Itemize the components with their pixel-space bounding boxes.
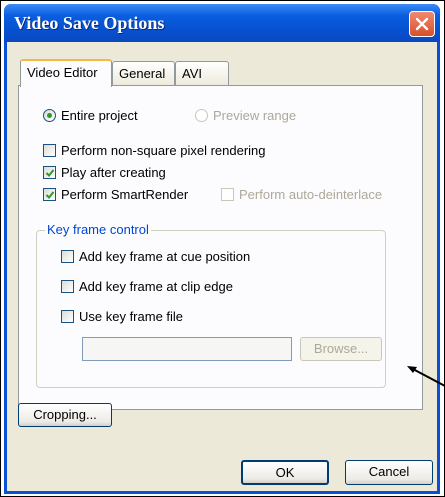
preview-range-radio[interactable] xyxy=(195,109,208,122)
entire-project-label: Entire project xyxy=(61,108,138,123)
smartrender-checkbox[interactable] xyxy=(43,188,56,201)
close-icon xyxy=(415,17,429,31)
clip-edge-option[interactable]: Add key frame at clip edge xyxy=(61,279,233,294)
title-bar[interactable]: Video Save Options xyxy=(4,4,440,42)
use-key-frame-file-checkbox[interactable] xyxy=(61,310,74,323)
tab-general-label: General xyxy=(119,66,166,81)
dialog-window: Video Save Options Video Editor General … xyxy=(4,4,440,494)
clip-edge-label: Add key frame at clip edge xyxy=(79,279,233,294)
cue-position-option[interactable]: Add key frame at cue position xyxy=(61,249,250,264)
tab-avi-label: AVI xyxy=(182,66,202,81)
entire-project-option[interactable]: Entire project xyxy=(43,108,138,123)
non-square-checkbox[interactable] xyxy=(43,144,56,157)
annotation-arrow-icon xyxy=(407,366,445,387)
auto-deinterlace-label: Perform auto-deinterlace xyxy=(239,187,383,202)
cancel-button[interactable]: Cancel xyxy=(345,460,433,485)
dialog-client: Video Editor General AVI Entire project … xyxy=(7,42,437,491)
tab-general[interactable]: General xyxy=(112,61,175,87)
non-square-label: Perform non-square pixel rendering xyxy=(61,143,266,158)
tab-avi[interactable]: AVI xyxy=(175,61,229,87)
play-after-label: Play after creating xyxy=(61,165,166,180)
smartrender-option[interactable]: Perform SmartRender xyxy=(43,187,188,202)
ok-button[interactable]: OK xyxy=(241,460,329,485)
preview-range-label: Preview range xyxy=(213,108,297,123)
close-button[interactable] xyxy=(409,11,435,37)
auto-deinterlace-option[interactable]: Perform auto-deinterlace xyxy=(221,187,382,202)
browse-button[interactable]: Browse... xyxy=(300,337,382,361)
preview-range-option[interactable]: Preview range xyxy=(195,108,296,123)
use-key-frame-file-option[interactable]: Use key frame file xyxy=(61,309,183,324)
dialog-title: Video Save Options xyxy=(14,13,165,33)
key-frame-group-title: Key frame control xyxy=(45,222,151,237)
key-frame-file-field[interactable] xyxy=(82,337,292,361)
checkmark-icon xyxy=(45,191,55,199)
play-after-checkbox[interactable] xyxy=(43,166,56,179)
clip-edge-checkbox[interactable] xyxy=(61,280,74,293)
non-square-option[interactable]: Perform non-square pixel rendering xyxy=(43,143,266,158)
auto-deinterlace-checkbox[interactable] xyxy=(221,188,234,201)
checkmark-icon xyxy=(45,169,55,177)
cue-position-label: Add key frame at cue position xyxy=(79,249,251,264)
smartrender-label: Perform SmartRender xyxy=(61,187,189,202)
tab-video-editor[interactable]: Video Editor xyxy=(20,59,112,87)
use-key-frame-file-label: Use key frame file xyxy=(79,309,184,324)
play-after-option[interactable]: Play after creating xyxy=(43,165,166,180)
tab-video-editor-label: Video Editor xyxy=(27,65,98,80)
cropping-button[interactable]: Cropping... xyxy=(18,403,112,427)
entire-project-radio[interactable] xyxy=(43,109,56,122)
cue-position-checkbox[interactable] xyxy=(61,250,74,263)
